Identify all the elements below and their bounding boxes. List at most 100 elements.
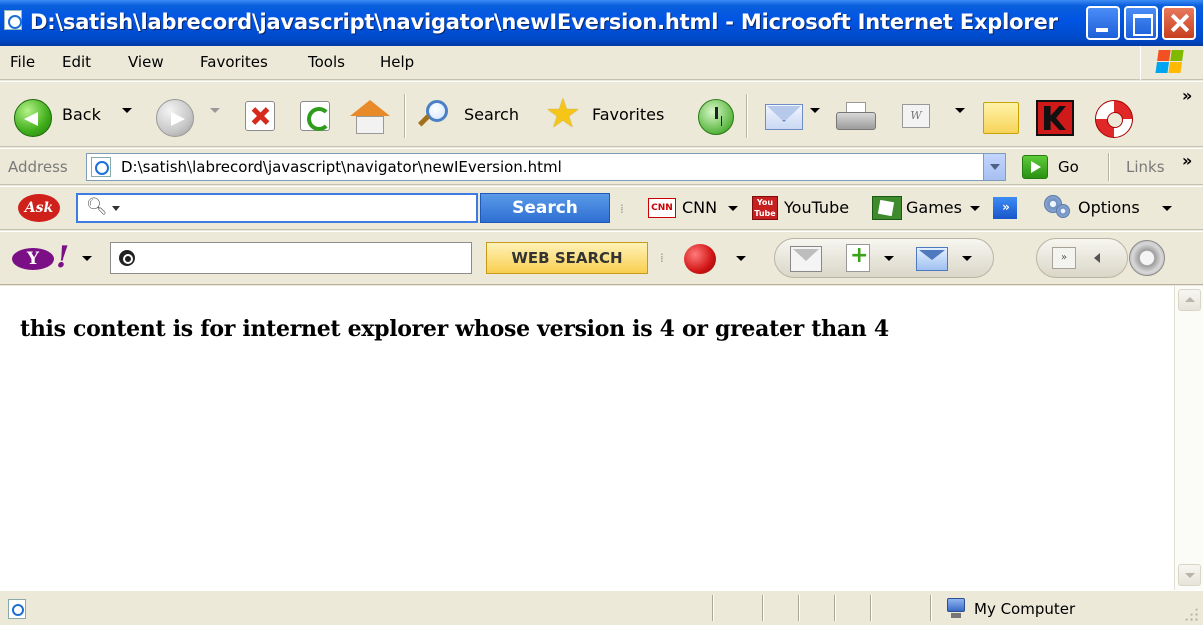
cricket-ball-icon[interactable] bbox=[684, 244, 716, 274]
mail-icon[interactable] bbox=[765, 104, 803, 130]
resize-grip[interactable] bbox=[1184, 607, 1198, 621]
maximize-button[interactable] bbox=[1124, 6, 1158, 40]
more-chevron-button[interactable]: » bbox=[993, 197, 1017, 219]
address-value[interactable]: D:\satish\labrecord\javascript\navigator… bbox=[121, 158, 562, 176]
yahoo-menu-dropdown-icon[interactable] bbox=[82, 256, 92, 261]
links-overflow-chevron[interactable]: » bbox=[1182, 151, 1192, 170]
status-panel-divider bbox=[930, 595, 932, 621]
go-button[interactable]: Go bbox=[1058, 158, 1079, 176]
address-label: Address bbox=[8, 158, 68, 176]
menu-help[interactable]: Help bbox=[380, 53, 414, 71]
toolbar-separator bbox=[746, 94, 748, 138]
menu-favorites[interactable]: Favorites bbox=[200, 53, 268, 71]
youtube-icon[interactable]: You Tube bbox=[752, 196, 778, 220]
menu-view[interactable]: View bbox=[128, 53, 164, 71]
scroll-left-icon[interactable] bbox=[1094, 253, 1100, 263]
cnn-icon[interactable]: CNN bbox=[648, 198, 676, 218]
mail-dropdown-icon[interactable] bbox=[810, 108, 820, 113]
games-button[interactable]: Games bbox=[906, 198, 962, 217]
forward-dropdown-icon[interactable] bbox=[210, 108, 220, 113]
help-lifebuoy-icon[interactable] bbox=[1095, 100, 1133, 138]
search-icon[interactable] bbox=[417, 100, 448, 130]
options-dropdown-icon[interactable] bbox=[1162, 206, 1172, 211]
settings-cog-icon[interactable] bbox=[1129, 240, 1165, 276]
back-dropdown-icon[interactable] bbox=[122, 108, 132, 113]
menu-edit[interactable]: Edit bbox=[62, 53, 91, 71]
address-bar: Address D:\satish\labrecord\javascript\n… bbox=[0, 148, 1203, 185]
yahoo-search-input[interactable] bbox=[110, 242, 472, 274]
address-dropdown-icon[interactable] bbox=[983, 154, 1005, 180]
notes-icon[interactable] bbox=[983, 102, 1019, 134]
go-arrow-icon[interactable] bbox=[1022, 155, 1048, 179]
close-button[interactable] bbox=[1162, 6, 1196, 40]
yahoo-toolbar: Y ! WEB SEARCH ⁞ » bbox=[0, 231, 1203, 285]
minimize-button[interactable] bbox=[1086, 6, 1120, 40]
games-dropdown-icon[interactable] bbox=[970, 206, 980, 211]
envelope-icon[interactable] bbox=[790, 246, 822, 272]
toolbar-overflow-chevron[interactable]: » bbox=[1182, 86, 1192, 105]
cnn-dropdown-icon[interactable] bbox=[728, 206, 738, 211]
mail-dropdown-icon[interactable] bbox=[962, 256, 972, 261]
my-computer-icon bbox=[945, 598, 967, 620]
back-button[interactable]: Back bbox=[62, 105, 101, 124]
forward-arrow-icon[interactable] bbox=[156, 99, 194, 137]
yahoo-mail-icon[interactable] bbox=[916, 247, 948, 271]
scroll-up-button[interactable] bbox=[1178, 289, 1201, 311]
options-button[interactable]: Options bbox=[1078, 198, 1140, 217]
links-separator bbox=[1108, 153, 1110, 181]
ask-logo[interactable]: Ask bbox=[18, 194, 60, 222]
search-button[interactable]: Search bbox=[464, 105, 519, 124]
vertical-scrollbar[interactable] bbox=[1174, 286, 1203, 590]
toolbar-separator bbox=[404, 94, 406, 138]
home-icon[interactable] bbox=[350, 100, 390, 134]
search-type-dropdown-icon[interactable] bbox=[112, 206, 120, 211]
back-arrow-icon[interactable] bbox=[14, 99, 52, 137]
yahoo-nav-group bbox=[1036, 238, 1128, 278]
history-icon[interactable] bbox=[698, 99, 734, 135]
title-bar[interactable]: D:\satish\labrecord\javascript\navigator… bbox=[0, 0, 1203, 46]
address-input[interactable]: D:\satish\labrecord\javascript\navigator… bbox=[86, 153, 1006, 181]
ie-window: D:\satish\labrecord\javascript\navigator… bbox=[0, 0, 1203, 625]
add-bookmark-icon[interactable] bbox=[846, 243, 870, 272]
edit-dropdown-icon[interactable] bbox=[955, 108, 965, 113]
print-icon[interactable] bbox=[836, 102, 876, 132]
web-search-button[interactable]: WEB SEARCH bbox=[486, 242, 648, 274]
ask-search-input[interactable]: 🔍︎ bbox=[76, 193, 478, 223]
kaspersky-icon[interactable] bbox=[1036, 100, 1074, 136]
links-button[interactable]: Links bbox=[1126, 158, 1165, 176]
security-zone-label: My Computer bbox=[974, 600, 1076, 618]
ask-search-button[interactable]: Search bbox=[480, 193, 610, 223]
games-icon[interactable] bbox=[872, 196, 902, 220]
status-bar: My Computer bbox=[0, 590, 1203, 625]
refresh-icon[interactable] bbox=[300, 101, 331, 131]
yahoo-logo-bang: ! bbox=[56, 240, 70, 275]
ball-dropdown-icon[interactable] bbox=[736, 256, 746, 261]
page-icon bbox=[91, 157, 111, 177]
favorites-button[interactable]: Favorites bbox=[592, 105, 664, 124]
toolbar-grip[interactable]: ⁞ bbox=[660, 248, 668, 268]
ie-page-icon bbox=[4, 10, 22, 30]
page-content: this content is for internet explorer wh… bbox=[0, 286, 1174, 590]
menu-file[interactable]: File bbox=[10, 53, 35, 71]
options-gear-icon[interactable] bbox=[1044, 195, 1072, 219]
edit-word-icon[interactable]: W bbox=[902, 104, 930, 128]
window-title: D:\satish\labrecord\javascript\navigator… bbox=[30, 10, 1058, 34]
ask-toolbar: Ask 🔍︎ Search ⁞ CNN CNN You Tube YouTube… bbox=[0, 186, 1203, 230]
youtube-button[interactable]: YouTube bbox=[784, 198, 849, 217]
cnn-button[interactable]: CNN bbox=[682, 198, 717, 217]
status-page-icon bbox=[8, 599, 26, 619]
favorites-star-icon[interactable]: ★ bbox=[545, 94, 585, 134]
bookmark-dropdown-icon[interactable] bbox=[884, 256, 894, 261]
yahoo-logo[interactable]: Y ! bbox=[12, 240, 74, 275]
menu-tools[interactable]: Tools bbox=[308, 53, 345, 71]
yahoo-more-button[interactable]: » bbox=[1052, 247, 1076, 269]
status-panel-divider bbox=[762, 595, 764, 621]
status-panel-divider bbox=[870, 595, 872, 621]
toolbar-grip[interactable]: ⁞ bbox=[620, 199, 628, 219]
windows-logo bbox=[1140, 46, 1198, 80]
stop-icon[interactable] bbox=[245, 101, 275, 131]
scroll-down-button[interactable] bbox=[1178, 564, 1201, 586]
magnifier-icon: 🔍︎ bbox=[86, 197, 108, 217]
windows-flag-icon bbox=[1155, 50, 1184, 74]
yahoo-search-icon bbox=[119, 250, 135, 266]
